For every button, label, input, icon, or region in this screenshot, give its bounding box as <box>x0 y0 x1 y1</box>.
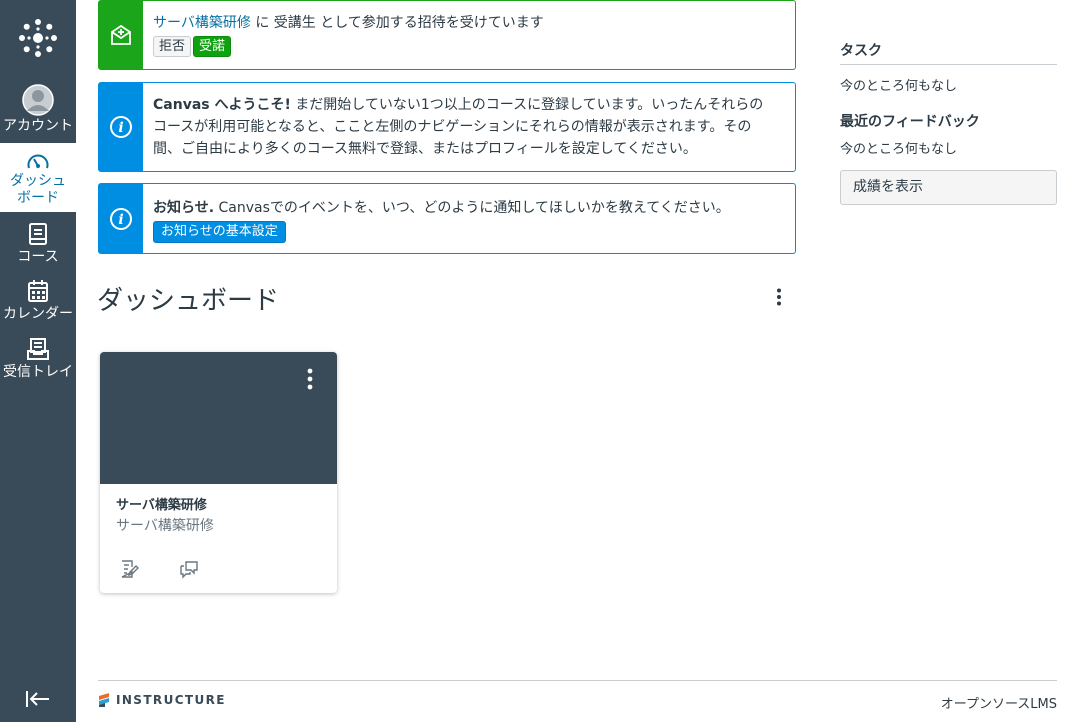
nav-account-label: アカウント <box>3 118 73 134</box>
notification-bold: お知らせ. <box>153 200 215 216</box>
invitation-side <box>99 1 143 69</box>
dashboard-icon <box>26 151 50 171</box>
discussions-icon[interactable] <box>178 558 200 580</box>
welcome-text-1: まだ開始していない1つ以上のコースに登録しています。いったんそれらの <box>290 97 764 113</box>
nav-inbox[interactable]: 受信トレイ <box>0 336 76 384</box>
welcome-body: Canvas へようこそ! まだ開始していない1つ以上のコースに登録しています。… <box>143 83 773 171</box>
notification-settings-button[interactable]: お知らせの基本設定 <box>153 221 286 243</box>
welcome-line-3: 間、ご自由により多くのコース無料で登録、またはプロフィールを設定してください。 <box>153 141 697 157</box>
page-title: ダッシュボード <box>97 286 280 316</box>
calendar-icon <box>27 278 49 304</box>
assignments-icon[interactable] <box>118 558 140 580</box>
info-icon: i <box>110 116 132 138</box>
decline-button[interactable]: 拒否 <box>153 36 192 57</box>
notification-side: i <box>99 184 143 253</box>
accept-button[interactable]: 受諾 <box>193 36 232 57</box>
nav-courses-label: コース <box>17 249 59 265</box>
instructure-logo-text: INSTRUCTURE <box>116 693 226 707</box>
invitation-text-line: サーバ構築研修 に 受講生 として参加する招待を受けています <box>153 12 544 34</box>
svg-text:i: i <box>118 212 123 228</box>
nav-dashboard-label-1: ダッシュ <box>10 173 66 189</box>
feedback-empty-text: 今のところ何もなし <box>840 142 958 157</box>
welcome-bold: Canvas へようこそ! <box>153 97 291 113</box>
tasks-heading: タスク <box>840 43 882 59</box>
welcome-line-2: コースが利用可能となると、ここと左側のナビゲーションにそれらの情報が表示されます… <box>153 119 752 135</box>
course-card-subtitle: サーバ構築研修 <box>116 518 214 534</box>
notification-text-line: お知らせ. Canvasでのイベントを、いつ、どのように通知してほしいかを教えて… <box>153 197 730 219</box>
inbox-icon <box>26 336 50 362</box>
avatar <box>22 84 54 116</box>
notification-body: お知らせ. Canvasでのイベントを、いつ、どのように通知してほしいかを教えて… <box>143 184 740 253</box>
nav-dashboard[interactable]: ダッシュ ボード <box>0 143 76 212</box>
nav-calendar-label: カレンダー <box>3 306 73 322</box>
instructure-logo-icon <box>99 693 109 707</box>
invitation-alert: サーバ構築研修 に 受講生 として参加する招待を受けています 拒否 受諾 <box>98 0 796 70</box>
instructure-logo[interactable]: INSTRUCTURE <box>98 692 226 708</box>
nav-inbox-label: 受信トレイ <box>3 364 73 380</box>
tasks-divider <box>840 64 1057 65</box>
collapse-nav-icon[interactable] <box>0 684 76 714</box>
nav-courses[interactable]: コース <box>0 221 76 269</box>
invitation-body: サーバ構築研修 に 受講生 として参加する招待を受けています 拒否 受諾 <box>143 1 554 69</box>
invitation-course-link[interactable]: サーバ構築研修 <box>153 15 251 31</box>
courses-icon <box>28 221 48 247</box>
welcome-alert: i Canvas へようこそ! まだ開始していない1つ以上のコースに登録していま… <box>98 82 796 172</box>
open-source-lms-link[interactable]: オープンソースLMS <box>941 693 1057 712</box>
course-card-hero[interactable] <box>100 352 337 484</box>
nav-dashboard-label-2: ボード <box>17 190 59 206</box>
notification-alert: i お知らせ. Canvasでのイベントを、いつ、どのように通知してほしいかを教… <box>98 183 796 254</box>
dashboard-options-icon[interactable] <box>766 284 792 310</box>
course-card[interactable]: サーバ構築研修 サーバ構築研修 <box>100 352 337 593</box>
envelope-plus-icon <box>111 24 131 45</box>
welcome-side: i <box>99 83 143 171</box>
canvas-logo-icon[interactable] <box>0 0 76 76</box>
course-card-options-icon[interactable] <box>301 366 319 392</box>
view-grades-button[interactable]: 成績を表示 <box>840 170 1057 205</box>
footer-divider <box>98 680 1057 681</box>
welcome-line-1: Canvas へようこそ! まだ開始していない1つ以上のコースに登録しています。… <box>153 94 763 116</box>
nav-calendar[interactable]: カレンダー <box>0 278 76 326</box>
feedback-heading: 最近のフィードバック <box>840 114 980 130</box>
tasks-empty-text: 今のところ何もなし <box>840 79 958 94</box>
course-card-title[interactable]: サーバ構築研修 <box>116 494 207 513</box>
nav-account[interactable]: アカウント <box>0 84 76 138</box>
global-nav: アカウント ダッシュ ボード コース カレンダー 受信トレイ <box>0 0 76 722</box>
info-icon: i <box>110 207 132 230</box>
svg-text:i: i <box>118 120 123 136</box>
invitation-text: に 受講生 として参加する招待を受けています <box>250 15 544 31</box>
invitation-actions: 拒否 受諾 <box>153 35 544 57</box>
notification-text: Canvasでのイベントを、いつ、どのように通知してほしいかを教えてください。 <box>214 200 730 216</box>
